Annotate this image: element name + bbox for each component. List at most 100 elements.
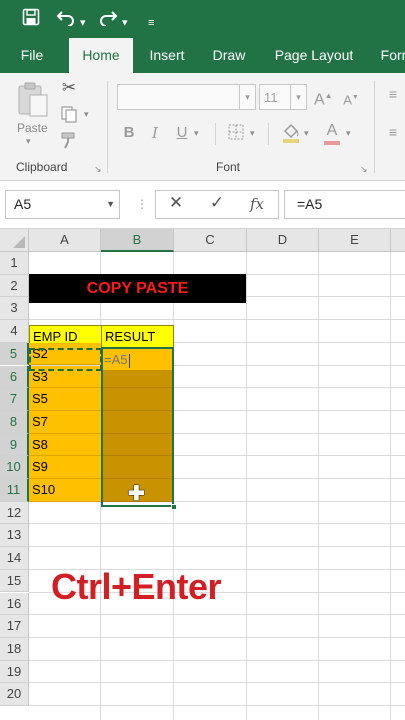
- font-name-dropdown-icon[interactable]: ▾: [239, 85, 255, 109]
- tab-formulas[interactable]: Form: [375, 38, 405, 73]
- font-name-combo[interactable]: ▾: [117, 84, 256, 110]
- copy-dropdown-icon[interactable]: ▾: [84, 109, 89, 120]
- row-header-13[interactable]: 13: [0, 524, 29, 548]
- font-size-dropdown-icon[interactable]: ▾: [290, 85, 306, 109]
- formula-bar: A5 ▼ ⋮ ✕ ✓ fx =A5: [0, 181, 405, 229]
- tab-home[interactable]: Home: [69, 38, 133, 73]
- row-header-18[interactable]: 18: [0, 637, 29, 661]
- row-header-9[interactable]: 9: [0, 433, 29, 457]
- name-box-dropdown-icon[interactable]: ▼: [106, 191, 115, 218]
- row-header-17[interactable]: 17: [0, 615, 29, 638]
- row-header-12[interactable]: 12: [0, 501, 29, 525]
- row-header-4[interactable]: 4: [0, 320, 29, 343]
- paste-icon[interactable]: [16, 81, 50, 124]
- font-color-dropdown-icon[interactable]: ▾: [346, 128, 351, 139]
- clipboard-launcher-icon[interactable]: ↘: [94, 164, 102, 175]
- paste-label[interactable]: Paste: [17, 121, 48, 135]
- column-header-f[interactable]: [391, 229, 405, 252]
- row-gridline: [29, 614, 405, 616]
- align-left-icon[interactable]: ≡: [384, 123, 402, 141]
- undo-icon[interactable]: [56, 8, 76, 31]
- column-header-e[interactable]: E: [319, 229, 391, 252]
- italic-button[interactable]: I: [146, 124, 164, 142]
- column-header-d[interactable]: D: [247, 229, 319, 252]
- row-header-11[interactable]: 11: [0, 479, 29, 502]
- cell-a6[interactable]: S3: [29, 365, 101, 389]
- formula-buttons: ✕ ✓ fx: [155, 190, 279, 219]
- insert-function-icon[interactable]: fx: [246, 195, 268, 213]
- font-color-glyph: A: [326, 122, 338, 139]
- copy-paste-banner[interactable]: COPY PASTE: [29, 274, 246, 303]
- row-header-5[interactable]: 5: [0, 342, 29, 366]
- borders-icon[interactable]: [226, 123, 246, 146]
- cancel-icon[interactable]: ✕: [165, 193, 187, 213]
- cell-a8[interactable]: S7: [29, 410, 101, 434]
- increase-font-icon[interactable]: A▲: [314, 87, 333, 109]
- row-header-16[interactable]: 16: [0, 592, 29, 616]
- ribbon-separator: [374, 81, 375, 173]
- save-icon[interactable]: [22, 8, 40, 31]
- font-color-button[interactable]: A: [323, 122, 341, 145]
- row-gridline: [29, 682, 405, 684]
- tab-draw[interactable]: Draw: [205, 38, 253, 73]
- redo-dropdown-icon[interactable]: ▾: [122, 12, 128, 34]
- customize-icon[interactable]: ≡: [148, 12, 154, 34]
- format-painter-icon[interactable]: [58, 131, 80, 154]
- fill-color-icon[interactable]: [280, 122, 302, 149]
- select-all-button[interactable]: [0, 229, 29, 252]
- row-header-10[interactable]: 10: [0, 456, 29, 479]
- worksheet-grid[interactable]: A B C D E 1 2 3 4 5 6 7 8 9 10 11 12 13 14 15 16 17 18 19 2…: [0, 229, 405, 720]
- active-cell-editor[interactable]: =A5: [103, 349, 172, 370]
- borders-dropdown-icon[interactable]: ▾: [250, 128, 255, 139]
- name-box[interactable]: A5 ▼: [5, 190, 120, 219]
- row-header-1[interactable]: 1: [0, 252, 29, 275]
- fill-handle[interactable]: [171, 504, 177, 510]
- bold-button[interactable]: B: [120, 124, 138, 142]
- cell-a9[interactable]: S8: [29, 433, 101, 457]
- row-header-8[interactable]: 8: [0, 410, 29, 434]
- cell-b10[interactable]: [101, 456, 174, 479]
- column-header-c[interactable]: C: [174, 229, 247, 252]
- formula-input[interactable]: =A5: [284, 190, 405, 219]
- enter-icon[interactable]: ✓: [206, 193, 228, 213]
- copy-icon[interactable]: [58, 105, 80, 128]
- row-header-6[interactable]: 6: [0, 365, 29, 389]
- clipboard-group-label: Clipboard: [16, 160, 68, 174]
- cell-a5[interactable]: S2: [29, 342, 101, 366]
- align-top-icon[interactable]: ≡: [384, 85, 402, 103]
- row-gridline: [29, 705, 405, 706]
- decrease-font-icon[interactable]: A▼: [342, 89, 360, 109]
- undo-dropdown-icon[interactable]: ▾: [80, 12, 86, 34]
- cell-b8[interactable]: [101, 410, 174, 434]
- font-size-combo[interactable]: 11 ▾: [259, 84, 307, 110]
- row-header-14[interactable]: 14: [0, 547, 29, 570]
- row-header-20[interactable]: 20: [0, 683, 29, 706]
- column-header-a[interactable]: A: [29, 229, 101, 252]
- underline-dropdown-icon[interactable]: ▾: [194, 128, 199, 139]
- title-bar: ▾ ▾ ≡: [0, 0, 405, 38]
- row-header-7[interactable]: 7: [0, 388, 29, 411]
- cell-a11[interactable]: S10: [29, 479, 101, 502]
- formula-bar-grip-icon: ⋮: [136, 197, 148, 211]
- cell-a10[interactable]: S9: [29, 456, 101, 479]
- cell-b7[interactable]: [101, 388, 174, 411]
- row-header-15[interactable]: 15: [0, 569, 29, 593]
- tab-insert[interactable]: Insert: [143, 38, 191, 73]
- redo-icon[interactable]: [98, 8, 118, 31]
- row-header-3[interactable]: 3: [0, 297, 29, 321]
- tab-page-layout[interactable]: Page Layout: [268, 38, 360, 73]
- row-header-19[interactable]: 19: [0, 660, 29, 684]
- font-launcher-icon[interactable]: ↘: [360, 164, 368, 175]
- cut-icon[interactable]: ✂: [58, 79, 80, 97]
- paste-dropdown-icon[interactable]: ▾: [26, 136, 31, 147]
- row-gridline: [29, 523, 405, 525]
- cell-b9[interactable]: [101, 433, 174, 457]
- cell-a7[interactable]: S5: [29, 388, 101, 411]
- underline-button[interactable]: U: [173, 124, 191, 142]
- fill-color-dropdown-icon[interactable]: ▾: [304, 128, 309, 139]
- tab-file[interactable]: File: [10, 38, 54, 73]
- column-header-b[interactable]: B: [101, 229, 174, 252]
- active-cell-formula: =A5: [104, 352, 128, 367]
- row-header-2[interactable]: 2: [0, 274, 29, 298]
- cell-b4-result-header[interactable]: RESULT: [101, 325, 174, 348]
